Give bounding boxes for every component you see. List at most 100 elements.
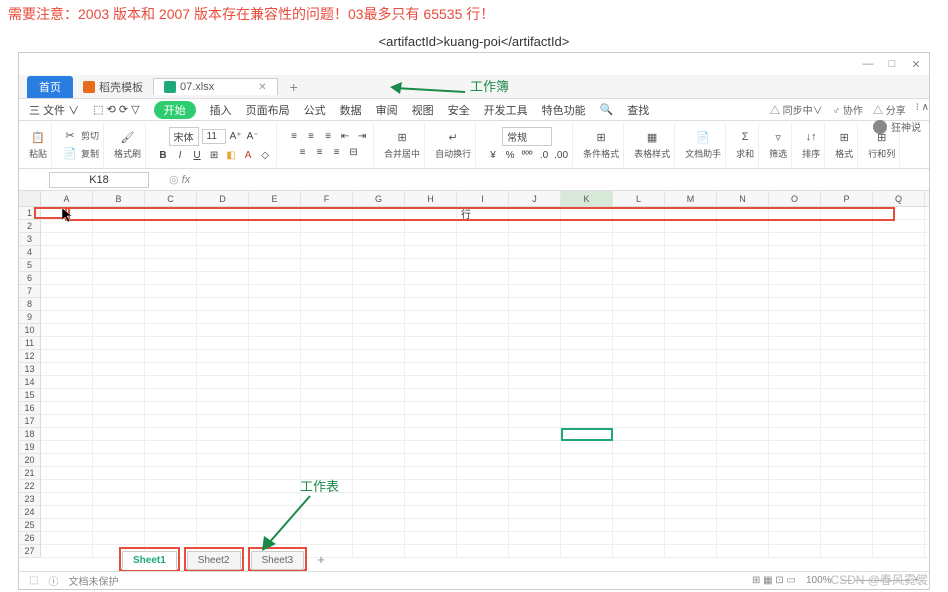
row-header[interactable]: 2 bbox=[19, 220, 40, 233]
row-header[interactable]: 17 bbox=[19, 415, 40, 428]
wrap-text-icon[interactable]: ↵ bbox=[445, 129, 461, 145]
doc-assist-icon[interactable]: 📄 bbox=[695, 129, 711, 145]
row-header[interactable]: 16 bbox=[19, 402, 40, 415]
row-header[interactable]: 7 bbox=[19, 285, 40, 298]
row-header[interactable]: 20 bbox=[19, 454, 40, 467]
format-painter-icon[interactable]: 🖌 bbox=[120, 129, 136, 145]
col-header-A[interactable]: A bbox=[41, 191, 93, 206]
row-header[interactable]: 26 bbox=[19, 532, 40, 545]
coop-button[interactable]: ♂ 协作 bbox=[833, 102, 863, 117]
col-header-P[interactable]: P bbox=[821, 191, 873, 206]
font-color-button[interactable]: A bbox=[241, 148, 255, 162]
col-header-N[interactable]: N bbox=[717, 191, 769, 206]
sheet-tab-2[interactable]: Sheet2 bbox=[187, 551, 241, 570]
col-header-J[interactable]: J bbox=[509, 191, 561, 206]
dec-dec-icon[interactable]: .00 bbox=[554, 148, 568, 162]
cond-format-icon[interactable]: ⊞ bbox=[593, 129, 609, 145]
align-top-icon[interactable]: ≡ bbox=[287, 130, 301, 144]
row-header[interactable]: 13 bbox=[19, 363, 40, 376]
cells-area[interactable]: 行 bbox=[41, 207, 929, 557]
col-header-M[interactable]: M bbox=[665, 191, 717, 206]
row-header[interactable]: 14 bbox=[19, 376, 40, 389]
share-button[interactable]: △ 分享 bbox=[873, 102, 906, 117]
col-header-E[interactable]: E bbox=[249, 191, 301, 206]
menu-layout[interactable]: 页面布局 bbox=[246, 102, 290, 118]
sum-icon[interactable]: Σ bbox=[737, 129, 753, 145]
add-sheet-button[interactable]: + bbox=[317, 552, 325, 567]
row-header[interactable]: 23 bbox=[19, 493, 40, 506]
tab-template[interactable]: 稻壳模板 bbox=[73, 79, 153, 95]
fx-label[interactable]: fx bbox=[169, 173, 190, 186]
number-format-select[interactable]: 常规 bbox=[502, 127, 552, 146]
zoom-level[interactable]: 100% bbox=[806, 575, 832, 586]
row-header[interactable]: 8 bbox=[19, 298, 40, 311]
select-all-corner[interactable] bbox=[19, 191, 41, 206]
format-icon[interactable]: ⊞ bbox=[836, 129, 852, 145]
menu-data[interactable]: 数据 bbox=[340, 102, 362, 118]
col-header-G[interactable]: G bbox=[353, 191, 405, 206]
row-header[interactable]: 11 bbox=[19, 337, 40, 350]
sheet-tab-3[interactable]: Sheet3 bbox=[251, 551, 305, 570]
currency-icon[interactable]: ¥ bbox=[486, 148, 500, 162]
row-header[interactable]: 21 bbox=[19, 467, 40, 480]
font-grow-icon[interactable]: A⁺ bbox=[229, 130, 243, 144]
user-badge[interactable]: 狂神说 bbox=[873, 119, 921, 134]
border-button[interactable]: ⊞ bbox=[207, 148, 221, 162]
percent-icon[interactable]: % bbox=[503, 148, 517, 162]
col-header-K[interactable]: K bbox=[561, 191, 613, 206]
menu-file[interactable]: 三 文件 ∨ bbox=[29, 102, 79, 118]
row-header[interactable]: 22 bbox=[19, 480, 40, 493]
row-header[interactable]: 3 bbox=[19, 233, 40, 246]
col-header-C[interactable]: C bbox=[145, 191, 197, 206]
menu-search[interactable]: 查找 bbox=[627, 102, 649, 118]
highlight-button[interactable]: ◇ bbox=[258, 148, 272, 162]
col-header-F[interactable]: F bbox=[301, 191, 353, 206]
menu-review[interactable]: 审阅 bbox=[376, 102, 398, 118]
bold-button[interactable]: B bbox=[156, 148, 170, 162]
font-shrink-icon[interactable]: A⁻ bbox=[246, 130, 260, 144]
row-header[interactable]: 27 bbox=[19, 545, 40, 558]
menu-dev[interactable]: 开发工具 bbox=[484, 102, 528, 118]
fill-color-button[interactable]: ◧ bbox=[224, 148, 238, 162]
align-right-icon[interactable]: ≡ bbox=[330, 146, 344, 160]
copy-icon[interactable]: 📄 bbox=[62, 146, 78, 162]
paste-icon[interactable]: 📋 bbox=[30, 129, 46, 145]
font-name-select[interactable]: 宋体 bbox=[169, 127, 199, 146]
row-header[interactable]: 6 bbox=[19, 272, 40, 285]
row-header[interactable]: 9 bbox=[19, 311, 40, 324]
row-header[interactable]: 5 bbox=[19, 259, 40, 272]
row-header[interactable]: 15 bbox=[19, 389, 40, 402]
table-style-icon[interactable]: ▦ bbox=[644, 129, 660, 145]
menu-special[interactable]: 特色功能 bbox=[542, 102, 586, 118]
row-header[interactable]: 12 bbox=[19, 350, 40, 363]
filter-icon[interactable]: ▿ bbox=[770, 129, 786, 145]
col-header-Q[interactable]: Q bbox=[873, 191, 925, 206]
font-size-select[interactable]: 11 bbox=[202, 129, 226, 144]
col-header-O[interactable]: O bbox=[769, 191, 821, 206]
col-header-H[interactable]: H bbox=[405, 191, 457, 206]
sort-icon[interactable]: ↓↑ bbox=[803, 129, 819, 145]
align-center-icon[interactable]: ≡ bbox=[313, 146, 327, 160]
tab-home[interactable]: 首页 bbox=[27, 76, 73, 98]
align-left-icon[interactable]: ≡ bbox=[296, 146, 310, 160]
col-header-B[interactable]: B bbox=[93, 191, 145, 206]
tab-workbook[interactable]: 07.xlsx ✕ bbox=[153, 78, 278, 95]
view-icons[interactable]: ⊞ ▦ ⊡ ▭ bbox=[752, 575, 796, 586]
col-header-D[interactable]: D bbox=[197, 191, 249, 206]
dec-inc-icon[interactable]: .0 bbox=[537, 148, 551, 162]
comma-icon[interactable]: ººº bbox=[520, 148, 534, 162]
menu-formula[interactable]: 公式 bbox=[304, 102, 326, 118]
cut-icon[interactable]: ✂ bbox=[62, 128, 78, 144]
row-header[interactable]: 25 bbox=[19, 519, 40, 532]
sync-status[interactable]: △ 同步中∨ bbox=[770, 102, 823, 117]
indent-dec-icon[interactable]: ⇤ bbox=[338, 130, 352, 144]
row-header[interactable]: 10 bbox=[19, 324, 40, 337]
new-tab-button[interactable]: + bbox=[290, 79, 298, 95]
menu-insert[interactable]: 插入 bbox=[210, 102, 232, 118]
align-bot-icon[interactable]: ≡ bbox=[321, 130, 335, 144]
row-header[interactable]: 19 bbox=[19, 441, 40, 454]
sheet-tab-1[interactable]: Sheet1 bbox=[122, 551, 177, 570]
merge-center-icon[interactable]: ⊞ bbox=[394, 129, 410, 145]
window-minimize-icon[interactable]: — bbox=[861, 58, 875, 70]
underline-button[interactable]: U bbox=[190, 148, 204, 162]
